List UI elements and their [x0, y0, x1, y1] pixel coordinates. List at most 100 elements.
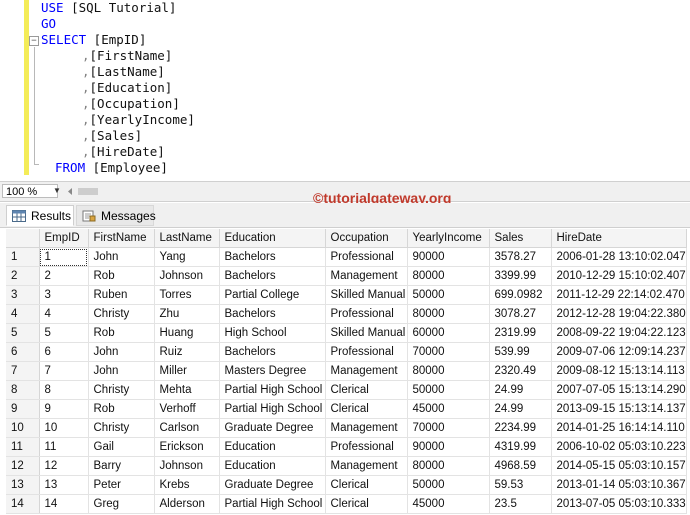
cell-firstname[interactable]: Ruben	[88, 285, 155, 305]
table-row[interactable]: 5 5 Rob Huang High School Skilled Manual 60000…	[6, 323, 687, 343]
cell-education[interactable]: Bachelors	[219, 247, 326, 267]
results-grid[interactable]: EmpID FirstName LastName Education Occup…	[6, 229, 687, 514]
cell-sales[interactable]: 2234.99	[489, 418, 552, 438]
cell-firstname[interactable]: John	[88, 247, 155, 267]
row-number[interactable]: 7	[6, 361, 40, 381]
cell-empid[interactable]: 11	[39, 437, 89, 457]
row-number[interactable]: 4	[6, 304, 40, 324]
cell-yearlyincome[interactable]: 45000	[407, 399, 490, 419]
cell-empid[interactable]: 12	[39, 456, 89, 476]
cell-occupation[interactable]: Professional	[325, 437, 408, 457]
cell-yearlyincome[interactable]: 80000	[407, 456, 490, 476]
cell-occupation[interactable]: Clerical	[325, 399, 408, 419]
cell-lastname[interactable]: Miller	[154, 361, 220, 381]
cell-yearlyincome[interactable]: 90000	[407, 247, 490, 267]
cell-empid[interactable]: 5	[39, 323, 89, 343]
row-number[interactable]: 13	[6, 475, 40, 495]
cell-firstname[interactable]: Greg	[88, 494, 155, 514]
cell-lastname[interactable]: Yang	[154, 247, 220, 267]
cell-lastname[interactable]: Torres	[154, 285, 220, 305]
cell-hiredate[interactable]: 2009-08-12 15:13:14.113	[551, 361, 687, 381]
cell-education[interactable]: Education	[219, 456, 326, 476]
cell-occupation[interactable]: Management	[325, 266, 408, 286]
cell-sales[interactable]: 539.99	[489, 342, 552, 362]
row-number[interactable]: 10	[6, 418, 40, 438]
row-number[interactable]: 12	[6, 456, 40, 476]
cell-yearlyincome[interactable]: 80000	[407, 266, 490, 286]
cell-lastname[interactable]: Alderson	[154, 494, 220, 514]
tab-messages[interactable]: Messages	[76, 205, 156, 226]
cell-hiredate[interactable]: 2009-07-06 12:09:14.237	[551, 342, 687, 362]
cell-occupation[interactable]: Management	[325, 456, 408, 476]
table-row[interactable]: 7 7 John Miller Masters Degree Management 8000…	[6, 361, 687, 381]
sql-editor[interactable]: − USE [SQL Tutorial] GO SELECT [EmpID] ,…	[0, 0, 690, 180]
cell-sales[interactable]: 2320.49	[489, 361, 552, 381]
cell-hiredate[interactable]: 2013-07-05 05:03:10.333	[551, 494, 687, 514]
column-header-empid[interactable]: EmpID	[39, 229, 89, 248]
cell-yearlyincome[interactable]: 80000	[407, 304, 490, 324]
column-header-education[interactable]: Education	[219, 229, 326, 248]
table-row[interactable]: 8 8 Christy Mehta Partial High School Clerica…	[6, 380, 687, 400]
row-number[interactable]: 14	[6, 494, 40, 514]
cell-firstname[interactable]: Peter	[88, 475, 155, 495]
table-row[interactable]: 11 11 Gail Erickson Education Professional 900…	[6, 437, 687, 457]
cell-sales[interactable]: 23.5	[489, 494, 552, 514]
cell-sales[interactable]: 24.99	[489, 399, 552, 419]
row-number[interactable]: 11	[6, 437, 40, 457]
cell-lastname[interactable]: Carlson	[154, 418, 220, 438]
cell-lastname[interactable]: Johnson	[154, 456, 220, 476]
column-header-hiredate[interactable]: HireDate	[551, 229, 687, 248]
cell-lastname[interactable]: Mehta	[154, 380, 220, 400]
cell-occupation[interactable]: Clerical	[325, 380, 408, 400]
cell-education[interactable]: Masters Degree	[219, 361, 326, 381]
cell-education[interactable]: Partial High School	[219, 494, 326, 514]
cell-yearlyincome[interactable]: 90000	[407, 437, 490, 457]
cell-occupation[interactable]: Professional	[325, 247, 408, 267]
cell-empid[interactable]: 14	[39, 494, 89, 514]
cell-occupation[interactable]: Professional	[325, 304, 408, 324]
cell-yearlyincome[interactable]: 70000	[407, 418, 490, 438]
table-row[interactable]: 9 9 Rob Verhoff Partial High School Clerical 4…	[6, 399, 687, 419]
cell-firstname[interactable]: Rob	[88, 323, 155, 343]
scroll-left-icon[interactable]	[68, 188, 72, 195]
cell-lastname[interactable]: Johnson	[154, 266, 220, 286]
column-header-yearlyincome[interactable]: YearlyIncome	[407, 229, 490, 248]
cell-empid[interactable]: 7	[39, 361, 89, 381]
cell-occupation[interactable]: Management	[325, 418, 408, 438]
cell-hiredate[interactable]: 2006-01-28 13:10:02.047	[551, 247, 687, 267]
cell-empid[interactable]: 6	[39, 342, 89, 362]
row-number[interactable]: 5	[6, 323, 40, 343]
row-number[interactable]: 9	[6, 399, 40, 419]
cell-yearlyincome[interactable]: 70000	[407, 342, 490, 362]
table-row[interactable]: 12 12 Barry Johnson Education Management 80000…	[6, 456, 687, 476]
column-header-rownum[interactable]	[6, 229, 40, 248]
cell-sales[interactable]: 2319.99	[489, 323, 552, 343]
cell-firstname[interactable]: John	[88, 342, 155, 362]
cell-lastname[interactable]: Erickson	[154, 437, 220, 457]
collapse-toggle-icon[interactable]: −	[29, 36, 39, 46]
cell-yearlyincome[interactable]: 50000	[407, 380, 490, 400]
cell-occupation[interactable]: Skilled Manual	[325, 285, 408, 305]
cell-education[interactable]: Bachelors	[219, 342, 326, 362]
row-number[interactable]: 8	[6, 380, 40, 400]
cell-occupation[interactable]: Skilled Manual	[325, 323, 408, 343]
scroll-thumb[interactable]	[78, 188, 98, 195]
cell-empid[interactable]: 9	[39, 399, 89, 419]
cell-education[interactable]: Graduate Degree	[219, 418, 326, 438]
cell-occupation[interactable]: Clerical	[325, 475, 408, 495]
cell-firstname[interactable]: John	[88, 361, 155, 381]
cell-empid[interactable]: 2	[39, 266, 89, 286]
cell-lastname[interactable]: Zhu	[154, 304, 220, 324]
column-header-lastname[interactable]: LastName	[154, 229, 220, 248]
cell-empid[interactable]: 3	[39, 285, 89, 305]
cell-occupation[interactable]: Management	[325, 361, 408, 381]
table-row[interactable]: 1 1 John Yang Bachelors Professional 90000 3578…	[6, 247, 687, 267]
cell-education[interactable]: Education	[219, 437, 326, 457]
table-row[interactable]: 3 3 Ruben Torres Partial College Skilled Manu…	[6, 285, 687, 305]
cell-hiredate[interactable]: 2014-01-25 16:14:14.110	[551, 418, 687, 438]
cell-education[interactable]: Partial High School	[219, 380, 326, 400]
cell-empid[interactable]: 1	[39, 247, 89, 267]
cell-hiredate[interactable]: 2006-10-02 05:03:10.223	[551, 437, 687, 457]
row-number[interactable]: 3	[6, 285, 40, 305]
cell-education[interactable]: Bachelors	[219, 304, 326, 324]
